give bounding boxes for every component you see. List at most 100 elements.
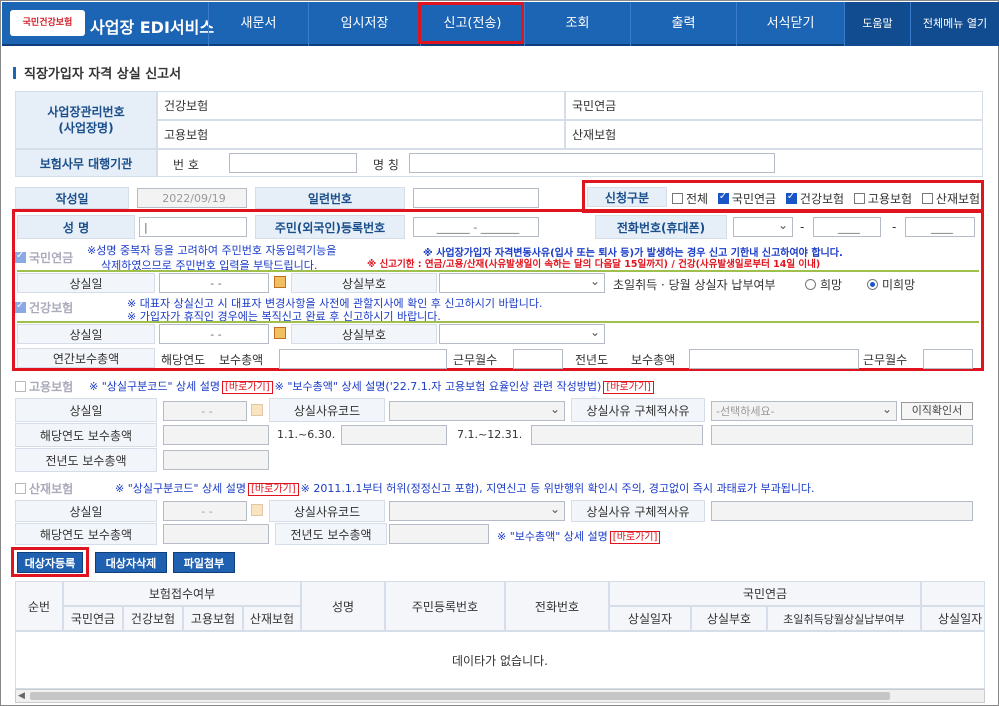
accident-reason-code-label: 상실사유코드	[269, 500, 385, 522]
attach-button[interactable]: 파일첨부	[173, 552, 235, 573]
scroll-thumb[interactable]	[30, 692, 890, 700]
apply-pension-label: 국민연금	[731, 192, 777, 206]
cur-months-input[interactable]	[513, 349, 563, 369]
agency-no-input[interactable]	[229, 153, 357, 173]
cur-total-pay-input[interactable]	[279, 349, 447, 369]
serial-input[interactable]	[413, 188, 539, 208]
date-label: 작성일	[15, 187, 129, 209]
apply-accident-checkbox[interactable]	[921, 193, 933, 204]
accident-pay-desc-text: ※ "보수총액" 상세 설명	[497, 530, 608, 543]
hope-label: 희망	[820, 278, 843, 292]
employ-reason-select[interactable]: -선택하세요-	[711, 401, 897, 421]
nav-all-menu[interactable]: 전체메뉴 열기	[910, 2, 999, 46]
th-no: 순번	[15, 581, 63, 631]
employ-link-1[interactable]: [바로가기]	[222, 381, 273, 394]
apply-employ-checkbox[interactable]	[853, 193, 865, 204]
prev-months-input[interactable]	[923, 349, 973, 369]
agency-no-label: 번 호	[173, 158, 199, 172]
apply-health-checkbox[interactable]	[785, 191, 797, 204]
accident-reason-input[interactable]	[711, 501, 973, 521]
nav-temp-save[interactable]: 임시저장	[308, 2, 420, 46]
nav-help[interactable]: 도움말	[844, 2, 910, 46]
logo: 국민건강보험	[10, 10, 85, 36]
hope-radio[interactable]	[805, 279, 816, 290]
phone-dash-1: -	[800, 220, 805, 234]
apply-pension-checkbox[interactable]	[717, 191, 729, 204]
calendar-icon[interactable]	[274, 327, 286, 339]
accident-link-2[interactable]: [바로가기]	[609, 531, 661, 544]
app-title: 사업장 EDI서비스	[90, 18, 215, 37]
transfer-confirm-button[interactable]: 이직확인서	[901, 402, 973, 420]
nav-close-form[interactable]: 서식닫기	[736, 2, 844, 46]
horizontal-scrollbar[interactable]: ◀	[15, 689, 985, 703]
health-loss-date-input[interactable]: - -	[159, 324, 269, 344]
employ-prev-pay-input[interactable]	[163, 450, 269, 470]
employ-section-title: 고용보험	[29, 380, 74, 394]
th-phone: 전화번호	[505, 581, 609, 631]
accident-section-checkbox[interactable]	[15, 483, 26, 494]
employ-section-checkbox[interactable]	[15, 381, 26, 392]
name-label: 성 명	[17, 215, 135, 239]
phone-last-input[interactable]: ____	[905, 217, 975, 237]
phone-prefix-select[interactable]	[733, 217, 793, 237]
th-sub-pension: 국민연금	[63, 606, 123, 631]
scroll-left-icon[interactable]: ◀	[18, 691, 25, 701]
register-button[interactable]: 대상자등록	[17, 552, 83, 573]
nav-new-doc[interactable]: 새문서	[208, 2, 308, 46]
health-section-checkbox[interactable]	[15, 300, 26, 313]
pension-cell: 국민연금	[565, 91, 983, 120]
nav-print[interactable]: 출력	[630, 2, 736, 46]
employ-loss-date-label: 상실일	[15, 398, 157, 422]
rrn-input[interactable]: ______ - _______	[413, 217, 539, 237]
th-sub-employ: 고용보험	[183, 606, 243, 631]
employ-reason-code-label: 상실사유코드	[269, 398, 385, 422]
period-2-input[interactable]	[531, 425, 703, 445]
pension-loss-date-input[interactable]: - -	[159, 273, 269, 293]
nav-inquiry[interactable]: 조회	[524, 2, 630, 46]
name-input[interactable]: |	[139, 217, 247, 237]
employ-cell: 고용보험	[157, 120, 565, 149]
highlight-submit	[418, 2, 524, 44]
th-rrn: 주민등록번호	[385, 581, 505, 631]
employ-loss-date-input[interactable]: - -	[163, 401, 247, 421]
accident-loss-date-input[interactable]: - -	[163, 501, 247, 521]
phone-mid-input[interactable]: ____	[813, 217, 881, 237]
table-empty-text: 데이타가 없습니다.	[452, 653, 548, 668]
employ-link-2[interactable]: [바로가기]	[603, 381, 654, 394]
calendar-icon[interactable]	[251, 504, 263, 516]
pension-nohope-option[interactable]: 미희망	[867, 276, 915, 293]
employ-reason-code-select[interactable]	[389, 401, 565, 421]
calendar-icon[interactable]	[274, 276, 286, 288]
cur-total-pay-label: 보수총액	[219, 353, 264, 367]
accident-cur-pay-label: 해당연도 보수총액	[15, 523, 157, 545]
health-loss-date-label: 상실일	[17, 324, 155, 344]
apply-all-label: 전체	[686, 192, 709, 206]
accident-prev-pay-input[interactable]	[389, 524, 489, 544]
employ-extra-input[interactable]	[711, 425, 973, 445]
pension-section-checkbox[interactable]	[15, 250, 26, 263]
health-loss-code-select[interactable]	[439, 324, 605, 344]
delete-button[interactable]: 대상자삭제	[95, 552, 167, 573]
th-pension: 국민연금	[609, 581, 921, 606]
accident-cur-pay-input[interactable]	[163, 524, 269, 544]
accident-label: 산재보험	[572, 128, 617, 142]
apply-all-checkbox[interactable]	[672, 193, 683, 204]
pension-loss-code-select[interactable]	[439, 273, 605, 293]
employ-cur-pay-input[interactable]	[163, 425, 269, 445]
pension-loss-date-label: 상실일	[17, 273, 155, 293]
agency-label: 보험사무 대행기관	[15, 149, 157, 177]
accident-reason-code-select[interactable]	[389, 501, 565, 521]
agency-name-input[interactable]	[409, 153, 775, 173]
accident-desc-b: ※ 2011.1.1부터 허위(정정신고 포함), 지연신고 등 위반행위 확인…	[300, 482, 815, 495]
accident-desc: ※ "상실구분코드" 상세 설명 [바로가기] ※ 2011.1.1부터 허위(정정…	[115, 480, 815, 496]
accident-link-1[interactable]: [바로가기]	[248, 483, 299, 496]
pension-label: 국민연금	[572, 99, 617, 113]
date-input[interactable]: 2022/09/19	[137, 188, 247, 208]
nohope-radio[interactable]	[867, 279, 878, 290]
calendar-icon[interactable]	[251, 404, 263, 416]
pension-hope-option[interactable]: 희망	[805, 276, 842, 293]
th-sub-health: 건강보험	[123, 606, 183, 631]
th-p-loss-date-2: 상실일자	[921, 606, 985, 631]
prev-total-pay-input[interactable]	[689, 349, 859, 369]
period-1-input[interactable]	[341, 425, 447, 445]
